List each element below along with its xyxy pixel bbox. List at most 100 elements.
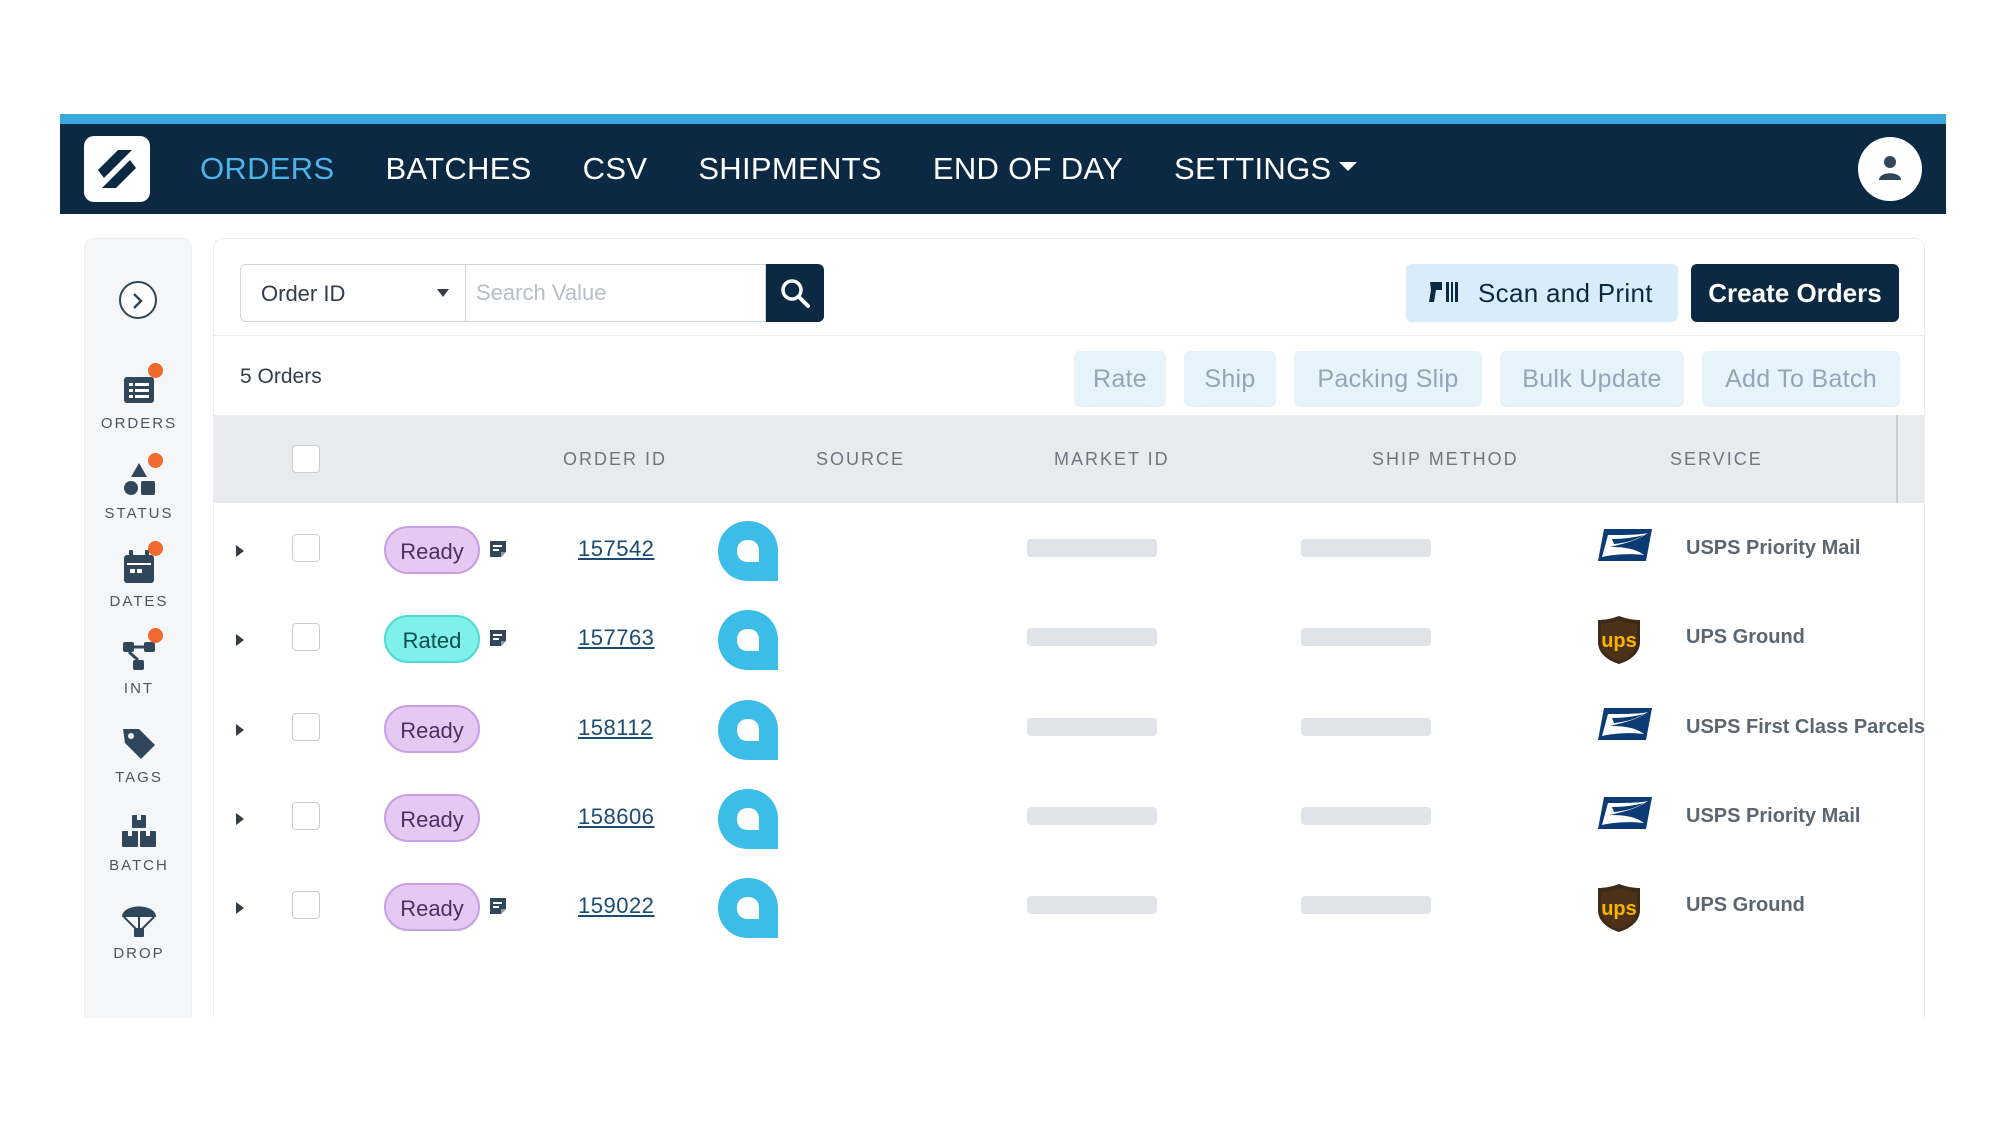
sidebar-item-orders[interactable]: ORDERS bbox=[85, 363, 193, 432]
column-header-service[interactable]: SERVICE bbox=[1670, 449, 1763, 470]
avatar[interactable] bbox=[1858, 137, 1922, 201]
orders-list-icon bbox=[119, 363, 163, 409]
order-id-link[interactable]: 159022 bbox=[578, 893, 654, 919]
status-shapes-icon bbox=[119, 453, 163, 499]
search-button[interactable] bbox=[766, 264, 824, 322]
status-badge[interactable]: Ready bbox=[384, 526, 480, 574]
nav-end-of-day[interactable]: END OF DAY bbox=[933, 151, 1123, 187]
expand-row-icon[interactable] bbox=[236, 724, 244, 736]
nav-shipments[interactable]: SHIPMENTS bbox=[698, 151, 882, 187]
service-name: UPS Ground bbox=[1686, 894, 1805, 916]
status-badge[interactable]: Rated bbox=[384, 615, 480, 663]
nav-csv[interactable]: CSV bbox=[583, 151, 648, 187]
sidebar: ORDERS STATUS DATES INT TAGS BATCH DROP bbox=[84, 238, 192, 1018]
sidebar-item-tags[interactable]: TAGS bbox=[85, 723, 193, 786]
sidebar-label: BATCH bbox=[109, 857, 169, 874]
nav-orders[interactable]: ORDERS bbox=[200, 151, 334, 187]
ship-method-placeholder bbox=[1301, 539, 1431, 557]
sidebar-item-dates[interactable]: DATES bbox=[85, 541, 193, 610]
table-row[interactable]: Rated 157763 ups UPS Ground bbox=[214, 592, 1924, 682]
search-icon bbox=[781, 279, 810, 308]
sidebar-item-batch[interactable]: BATCH bbox=[85, 811, 193, 874]
rate-button[interactable]: Rate bbox=[1074, 351, 1166, 407]
select-all-checkbox[interactable] bbox=[292, 445, 320, 473]
expand-row-icon[interactable] bbox=[236, 813, 244, 825]
market-id-placeholder bbox=[1027, 539, 1157, 557]
service-name: UPS Ground bbox=[1686, 626, 1805, 648]
row-checkbox[interactable] bbox=[292, 891, 320, 919]
search-field-select[interactable]: Order ID bbox=[240, 264, 466, 322]
service-name: USPS Priority Mail bbox=[1686, 537, 1861, 559]
column-header-ship-method[interactable]: SHIP METHOD bbox=[1372, 449, 1519, 470]
table-row[interactable]: Ready 158112 USPS First Class Parcels bbox=[214, 682, 1926, 772]
status-badge[interactable]: Ready bbox=[384, 705, 480, 753]
ship-method-placeholder bbox=[1301, 718, 1431, 736]
row-checkbox[interactable] bbox=[292, 534, 320, 562]
nav-settings-label: SETTINGS bbox=[1174, 151, 1332, 186]
table-row[interactable]: Ready 158606 USPS Priority Mail bbox=[214, 771, 1924, 861]
nav-settings[interactable]: SETTINGS bbox=[1174, 151, 1358, 187]
shipping-logo-icon[interactable] bbox=[84, 136, 150, 202]
order-id-link[interactable]: 157542 bbox=[578, 536, 654, 562]
packing-slip-button[interactable]: Packing Slip bbox=[1294, 351, 1482, 407]
row-checkbox[interactable] bbox=[292, 623, 320, 651]
source-chat-icon bbox=[718, 521, 778, 581]
status-badge[interactable]: Ready bbox=[384, 794, 480, 842]
status-badge[interactable]: Ready bbox=[384, 883, 480, 931]
table-header: ORDER ID SOURCE MARKET ID SHIP METHOD SE… bbox=[214, 415, 1924, 503]
tag-icon bbox=[119, 723, 159, 763]
service-name: USPS First Class Parcels bbox=[1686, 716, 1926, 738]
scan-and-print-button[interactable]: Scan and Print bbox=[1406, 264, 1678, 322]
top-navbar: ORDERS BATCHES CSV SHIPMENTS END OF DAY … bbox=[60, 114, 1946, 214]
search-field-value: Order ID bbox=[261, 281, 346, 306]
sidebar-label: STATUS bbox=[104, 505, 174, 522]
order-id-link[interactable]: 158606 bbox=[578, 804, 654, 830]
ship-button[interactable]: Ship bbox=[1184, 351, 1276, 407]
orders-count: 5 Orders bbox=[240, 365, 322, 388]
expand-row-icon[interactable] bbox=[236, 902, 244, 914]
search-input[interactable] bbox=[466, 264, 766, 322]
note-icon[interactable] bbox=[488, 896, 508, 916]
table-scrollbar-edge bbox=[1896, 415, 1898, 503]
barcode-scanner-icon bbox=[1429, 282, 1458, 302]
notification-badge bbox=[148, 363, 163, 378]
row-checkbox[interactable] bbox=[292, 802, 320, 830]
caret-down-icon bbox=[1339, 162, 1358, 172]
sidebar-item-status[interactable]: STATUS bbox=[85, 453, 193, 522]
toolbar-divider bbox=[214, 335, 1924, 336]
source-chat-icon bbox=[718, 878, 778, 938]
notification-badge bbox=[148, 541, 163, 556]
sidebar-item-drop[interactable]: DROP bbox=[85, 899, 193, 962]
add-to-batch-button[interactable]: Add To Batch bbox=[1702, 351, 1900, 407]
sidebar-label: INT bbox=[123, 680, 155, 697]
note-icon[interactable] bbox=[488, 539, 508, 559]
order-id-link[interactable]: 157763 bbox=[578, 625, 654, 651]
boxes-icon bbox=[119, 811, 159, 851]
integration-icon bbox=[119, 628, 163, 674]
sidebar-expand-button[interactable] bbox=[119, 281, 157, 319]
calendar-icon bbox=[119, 541, 163, 587]
column-header-market-id[interactable]: MARKET ID bbox=[1054, 449, 1170, 470]
market-id-placeholder bbox=[1027, 628, 1157, 646]
column-header-source[interactable]: SOURCE bbox=[816, 449, 905, 470]
create-orders-button[interactable]: Create Orders bbox=[1691, 264, 1899, 322]
order-id-link[interactable]: 158112 bbox=[578, 715, 653, 741]
nav-batches[interactable]: BATCHES bbox=[385, 151, 531, 187]
parachute-icon bbox=[119, 899, 159, 939]
ship-method-placeholder bbox=[1301, 896, 1431, 914]
expand-row-icon[interactable] bbox=[236, 634, 244, 646]
sidebar-label: DROP bbox=[113, 945, 165, 962]
notification-badge bbox=[148, 453, 163, 468]
usps-eagle-icon bbox=[1596, 793, 1654, 838]
row-checkbox[interactable] bbox=[292, 713, 320, 741]
user-icon bbox=[1879, 156, 1901, 180]
table-row[interactable]: Ready 159022 ups UPS Ground bbox=[214, 860, 1924, 950]
scan-and-print-label: Scan and Print bbox=[1478, 278, 1653, 308]
source-chat-icon bbox=[718, 789, 778, 849]
table-row[interactable]: Ready 157542 USPS Priority Mail bbox=[214, 503, 1924, 593]
sidebar-item-int[interactable]: INT bbox=[85, 628, 193, 697]
bulk-update-button[interactable]: Bulk Update bbox=[1500, 351, 1684, 407]
column-header-order-id[interactable]: ORDER ID bbox=[563, 449, 667, 470]
expand-row-icon[interactable] bbox=[236, 545, 244, 557]
note-icon[interactable] bbox=[488, 628, 508, 648]
